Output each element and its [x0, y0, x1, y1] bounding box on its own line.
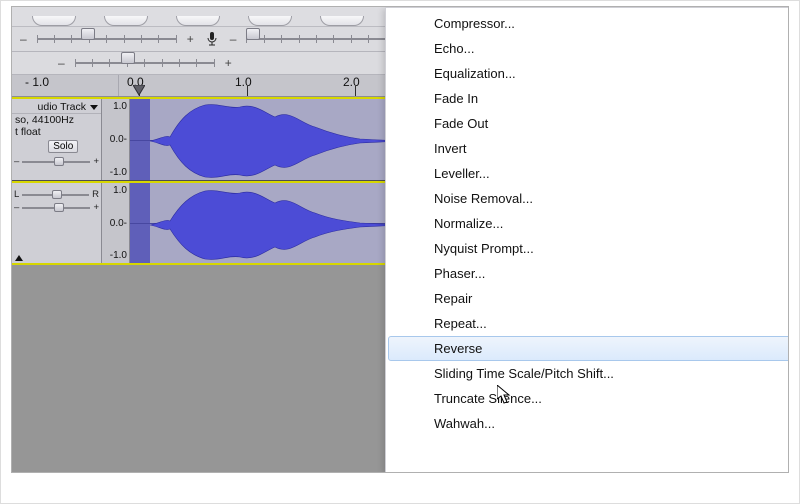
effect-menu-item[interactable]: Noise Removal... — [388, 186, 789, 211]
effect-menu-item[interactable]: Fade Out — [388, 111, 789, 136]
ruler-label: - 1.0 — [25, 75, 49, 89]
effect-menu-item[interactable]: Wahwah... — [388, 411, 789, 436]
scale-label: -1.0 — [104, 167, 127, 178]
minus-icon: – — [14, 202, 19, 213]
effect-menu-item[interactable]: Reverse — [388, 336, 789, 361]
waveform-shape — [150, 183, 410, 263]
track-name: udio Track — [38, 101, 86, 113]
effect-menu-item[interactable]: Equalization... — [388, 61, 789, 86]
slider-knob[interactable] — [246, 28, 260, 40]
effect-context-menu: Compressor...Echo...Equalization...Fade … — [385, 7, 789, 472]
transport-button[interactable] — [32, 16, 76, 26]
minus-icon: – — [230, 32, 237, 46]
effect-menu-item[interactable]: Repeat... — [388, 311, 789, 336]
effect-menu-item[interactable]: Phaser... — [388, 261, 789, 286]
effect-menu-item[interactable]: Nyquist Prompt... — [388, 236, 789, 261]
plus-icon: + — [93, 156, 99, 167]
gain-slider[interactable]: – + — [12, 155, 101, 168]
amplitude-scale: 1.0 0.0- -1.0 — [102, 99, 130, 180]
effect-menu-item[interactable]: Leveller... — [388, 161, 789, 186]
plus-icon: + — [93, 202, 99, 213]
effect-menu-item[interactable]: Normalize... — [388, 211, 789, 236]
recording-volume-slider[interactable] — [246, 32, 386, 46]
plus-icon: + — [187, 32, 194, 46]
pan-r-icon: R — [92, 189, 99, 200]
scale-label: 1.0 — [104, 185, 127, 196]
ruler-label: 1.0 — [235, 75, 252, 89]
amplitude-scale: 1.0 0.0- -1.0 — [102, 183, 130, 263]
effect-menu-item[interactable]: Echo... — [388, 36, 789, 61]
gain-slider-2[interactable]: – + — [12, 201, 101, 214]
effect-menu-item[interactable]: Sliding Time Scale/Pitch Shift... — [388, 361, 789, 386]
scale-label: 0.0- — [104, 134, 127, 145]
effect-menu-item[interactable]: Invert — [388, 136, 789, 161]
track-menu-dropdown-icon[interactable] — [90, 105, 98, 110]
transport-button[interactable] — [104, 16, 148, 26]
ruler-label: 2.0 — [343, 75, 360, 89]
effect-menu-item[interactable]: Repair — [388, 286, 789, 311]
playback-volume-slider[interactable] — [37, 32, 177, 46]
effect-menu-item[interactable]: Fade In — [388, 86, 789, 111]
track-control-panel[interactable]: L R – + — [12, 183, 102, 263]
waveform-shape — [150, 99, 410, 180]
playhead-marker[interactable] — [133, 85, 145, 97]
scale-label: 0.0- — [104, 218, 127, 229]
slider-knob[interactable] — [81, 28, 95, 40]
minus-icon: – — [58, 56, 65, 70]
transport-button[interactable] — [248, 16, 292, 26]
plus-icon: + — [225, 56, 232, 70]
effect-menu-item[interactable]: Truncate Silence... — [388, 386, 789, 411]
track-samplerate: so, 44100Hz — [12, 114, 101, 126]
transport-button[interactable] — [320, 16, 364, 26]
minus-icon: – — [20, 32, 27, 46]
minus-icon: – — [14, 156, 19, 167]
pan-l-icon: L — [14, 189, 19, 200]
pan-slider[interactable]: L R — [12, 183, 101, 201]
audacity-window: – + – + — [11, 6, 789, 473]
slider-knob[interactable] — [121, 52, 135, 64]
microphone-icon — [204, 31, 220, 47]
collapse-track-icon[interactable] — [15, 255, 23, 261]
secondary-slider[interactable] — [75, 56, 215, 70]
track-control-panel[interactable]: udio Track so, 44100Hz t float Mute Solo… — [12, 99, 102, 180]
solo-button[interactable]: Solo — [48, 140, 78, 153]
scale-label: -1.0 — [104, 250, 127, 261]
transport-button[interactable] — [176, 16, 220, 26]
effect-menu-item[interactable]: Compressor... — [388, 11, 789, 36]
track-format: t float — [12, 126, 101, 138]
scale-label: 1.0 — [104, 101, 127, 112]
